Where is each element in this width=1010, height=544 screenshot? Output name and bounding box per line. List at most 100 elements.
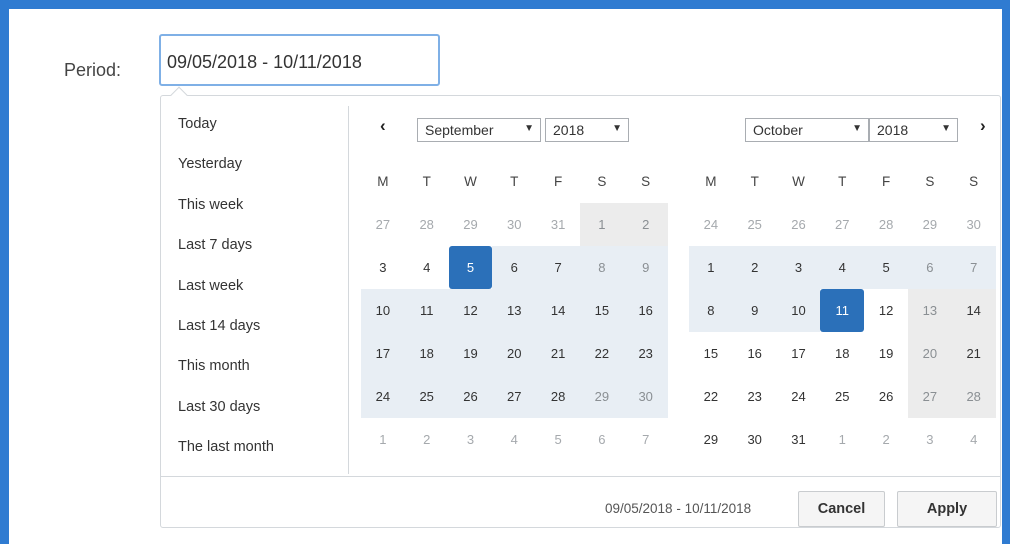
day-cell[interactable]: 28 <box>536 375 580 418</box>
day-cell[interactable]: 28 <box>864 203 908 246</box>
day-cell[interactable]: 5 <box>536 418 580 461</box>
day-cell[interactable]: 7 <box>624 418 668 461</box>
period-input[interactable]: 09/05/2018 - 10/11/2018 <box>159 34 440 86</box>
range-the-last-month[interactable]: The last month <box>161 429 348 469</box>
day-cell[interactable]: 10 <box>361 289 405 332</box>
day-cell[interactable]: 25 <box>733 203 777 246</box>
day-cell[interactable]: 30 <box>623 375 668 418</box>
day-cell[interactable]: 1 <box>579 203 624 246</box>
day-cell[interactable]: 17 <box>777 332 821 375</box>
day-cell[interactable]: 15 <box>579 289 624 332</box>
day-cell[interactable]: 25 <box>820 375 864 418</box>
day-cell[interactable]: 29 <box>449 203 493 246</box>
day-cell[interactable]: 3 <box>361 246 405 289</box>
day-cell[interactable]: 16 <box>733 332 777 375</box>
day-cell[interactable]: 8 <box>689 289 733 332</box>
day-cell[interactable]: 29 <box>908 203 952 246</box>
day-cell[interactable]: 24 <box>777 375 821 418</box>
apply-button[interactable]: Apply <box>897 491 997 527</box>
day-cell[interactable]: 23 <box>733 375 777 418</box>
day-cell[interactable]: 3 <box>908 418 952 461</box>
day-cell[interactable]: 21 <box>536 332 580 375</box>
day-cell[interactable]: 29 <box>689 418 733 461</box>
day-cell[interactable]: 20 <box>492 332 537 375</box>
range-last-30-days[interactable]: Last 30 days <box>161 389 348 429</box>
cancel-button[interactable]: Cancel <box>798 491 885 527</box>
year-select-left[interactable]: 2018 ▼ <box>545 118 629 142</box>
day-cell[interactable]: 22 <box>689 375 733 418</box>
day-cell[interactable]: 2 <box>405 418 449 461</box>
day-cell[interactable]: 27 <box>907 375 952 418</box>
day-cell[interactable]: 18 <box>404 332 449 375</box>
day-cell[interactable]: 31 <box>777 418 821 461</box>
year-select-right[interactable]: 2018 ▼ <box>869 118 958 142</box>
day-cell[interactable]: 15 <box>689 332 733 375</box>
day-cell[interactable]: 30 <box>952 203 996 246</box>
day-cell[interactable]: 1 <box>689 246 733 289</box>
day-cell[interactable]: 31 <box>536 203 580 246</box>
day-cell[interactable]: 4 <box>405 246 449 289</box>
range-this-week[interactable]: This week <box>161 187 348 227</box>
day-cell[interactable]: 4 <box>492 418 536 461</box>
day-cell[interactable]: 24 <box>689 203 733 246</box>
day-cell[interactable]: 27 <box>492 375 537 418</box>
day-cell[interactable]: 10 <box>776 289 821 332</box>
day-cell[interactable]: 19 <box>864 332 908 375</box>
day-cell[interactable]: 14 <box>536 289 580 332</box>
day-cell[interactable]: 7 <box>951 246 996 289</box>
day-cell[interactable]: 6 <box>907 246 952 289</box>
range-yesterday[interactable]: Yesterday <box>161 146 348 186</box>
day-cell[interactable]: 28 <box>405 203 449 246</box>
range-today[interactable]: Today <box>161 106 348 146</box>
day-cell-selected-start[interactable]: 5 <box>448 246 493 289</box>
day-cell[interactable]: 4 <box>820 246 865 289</box>
day-cell[interactable]: 21 <box>951 332 996 375</box>
day-cell[interactable]: 8 <box>579 246 624 289</box>
day-cell[interactable]: 27 <box>361 203 405 246</box>
day-cell[interactable]: 13 <box>907 289 952 332</box>
range-last-14-days[interactable]: Last 14 days <box>161 308 348 348</box>
day-cell[interactable]: 12 <box>448 289 493 332</box>
day-cell[interactable]: 30 <box>733 418 777 461</box>
day-cell[interactable]: 6 <box>492 246 537 289</box>
day-cell[interactable]: 19 <box>448 332 493 375</box>
day-cell[interactable]: 6 <box>580 418 624 461</box>
range-last-7-days[interactable]: Last 7 days <box>161 227 348 267</box>
day-cell[interactable]: 23 <box>623 332 668 375</box>
day-cell-selected-end[interactable]: 11 <box>820 289 865 332</box>
day-cell[interactable]: 2 <box>732 246 777 289</box>
day-cell[interactable]: 3 <box>449 418 493 461</box>
day-cell[interactable]: 1 <box>820 418 864 461</box>
day-cell[interactable]: 2 <box>623 203 668 246</box>
day-cell[interactable]: 9 <box>732 289 777 332</box>
month-select-left[interactable]: September ▼ <box>417 118 541 142</box>
day-cell[interactable]: 5 <box>864 246 908 289</box>
day-cell[interactable]: 24 <box>361 375 405 418</box>
range-last-week[interactable]: Last week <box>161 268 348 308</box>
day-cell[interactable]: 14 <box>951 289 996 332</box>
month-select-right[interactable]: October ▼ <box>745 118 869 142</box>
day-cell[interactable]: 26 <box>864 375 908 418</box>
day-cell[interactable]: 3 <box>776 246 821 289</box>
day-cell[interactable]: 20 <box>907 332 952 375</box>
day-cell[interactable]: 7 <box>536 246 580 289</box>
day-cell[interactable]: 22 <box>579 332 624 375</box>
day-cell[interactable]: 4 <box>952 418 996 461</box>
day-cell[interactable]: 1 <box>361 418 405 461</box>
day-cell[interactable]: 27 <box>820 203 864 246</box>
day-cell[interactable]: 13 <box>492 289 537 332</box>
day-cell[interactable]: 26 <box>448 375 493 418</box>
prev-month-icon[interactable]: ‹ <box>380 116 386 136</box>
day-cell[interactable]: 28 <box>951 375 996 418</box>
day-cell[interactable]: 12 <box>864 289 908 332</box>
day-cell[interactable]: 30 <box>492 203 536 246</box>
range-this-month[interactable]: This month <box>161 348 348 388</box>
day-cell[interactable]: 11 <box>404 289 449 332</box>
day-cell[interactable]: 9 <box>623 246 668 289</box>
day-cell[interactable]: 25 <box>404 375 449 418</box>
day-cell[interactable]: 29 <box>579 375 624 418</box>
day-cell[interactable]: 2 <box>864 418 908 461</box>
day-cell[interactable]: 17 <box>361 332 405 375</box>
day-cell[interactable]: 18 <box>820 332 864 375</box>
next-month-icon[interactable]: › <box>980 116 986 136</box>
